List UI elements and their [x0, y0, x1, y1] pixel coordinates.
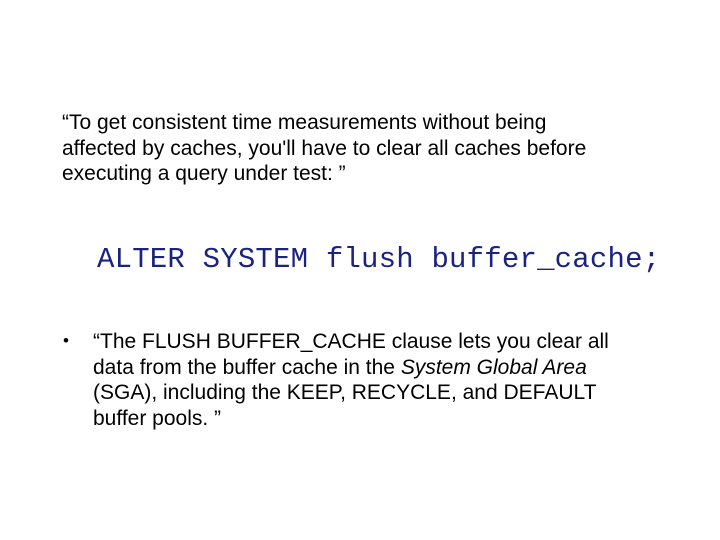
- bullet-item: • “The FLUSH BUFFER_CACHE clause lets yo…: [63, 329, 643, 431]
- bullet-text-italic: System Global Area: [401, 356, 587, 379]
- sql-code-line: ALTER SYSTEM flush buffer_cache;: [97, 243, 657, 276]
- bullet-text: “The FLUSH BUFFER_CACHE clause lets you …: [93, 329, 643, 431]
- bullet-block: • “The FLUSH BUFFER_CACHE clause lets yo…: [63, 329, 643, 431]
- intro-quote: “To get consistent time measurements wit…: [62, 110, 622, 187]
- slide: “To get consistent time measurements wit…: [0, 0, 720, 540]
- bullet-text-part-2: (SGA), including the KEEP, RECYCLE, and …: [93, 381, 596, 430]
- bullet-marker: •: [63, 329, 93, 352]
